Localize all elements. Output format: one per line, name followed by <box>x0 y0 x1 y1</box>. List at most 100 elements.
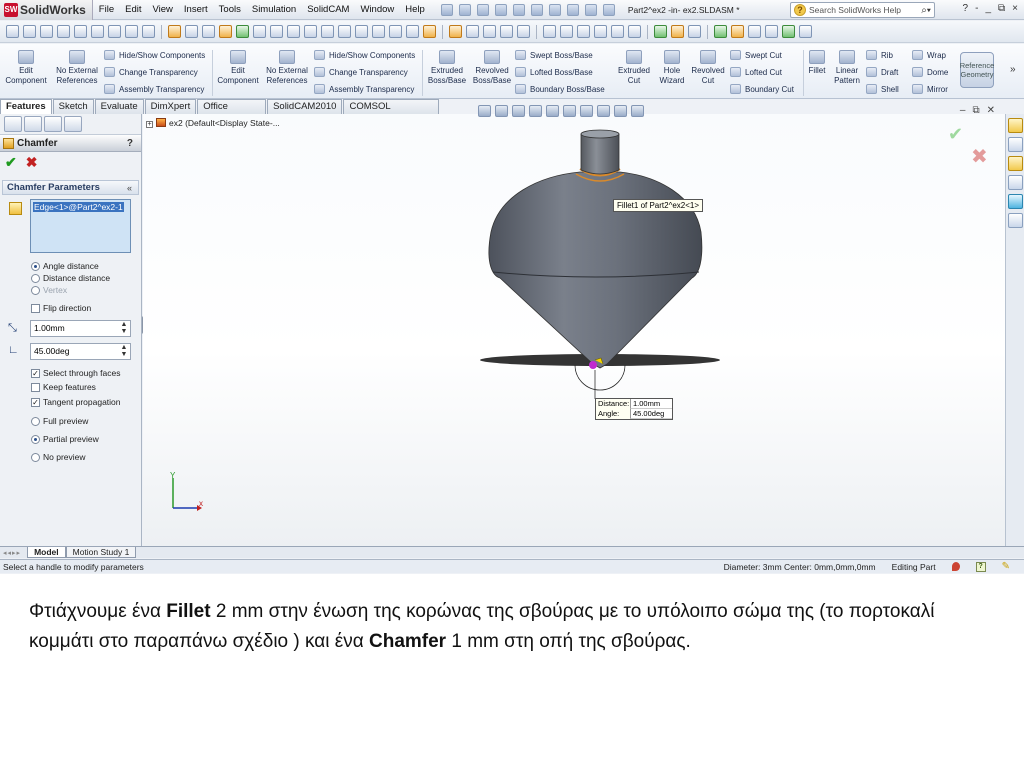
minimize-button[interactable]: _ <box>985 3 991 14</box>
tab-features[interactable]: Features <box>0 99 52 114</box>
angle-distance-radio[interactable]: Angle distance <box>31 261 99 271</box>
toolbar-icon[interactable] <box>577 25 590 38</box>
tab-evaluate[interactable]: Evaluate <box>94 99 144 114</box>
menu-file[interactable]: File <box>99 4 114 15</box>
spinner-arrows-icon[interactable]: ▲ ▼ <box>119 321 129 335</box>
tab-dimxpert[interactable]: DimXpert <box>144 99 197 114</box>
feature-manager-tab-icon[interactable] <box>4 116 22 132</box>
new-document-icon[interactable] <box>458 3 471 16</box>
menu-simulation[interactable]: Simulation <box>252 4 296 15</box>
toolbar-icon[interactable] <box>731 25 744 38</box>
swept-cut-button[interactable]: Swept Cut <box>730 50 782 60</box>
toolbar-icon[interactable] <box>654 25 667 38</box>
chamfer-highlight[interactable] <box>589 361 597 369</box>
shell-button[interactable]: Shell <box>866 84 899 94</box>
toolbar-icon[interactable] <box>219 25 232 38</box>
help-button[interactable]: ? <box>127 138 133 149</box>
extruded-cut-button[interactable]: Extruded Cut <box>614 50 654 85</box>
help-search-input[interactable]: ? Search SolidWorks Help ⌕▾ <box>790 2 935 18</box>
draft-button[interactable]: Draft <box>866 67 898 77</box>
toolbar-icon[interactable] <box>611 25 624 38</box>
no-preview-radio[interactable]: No preview <box>31 452 86 462</box>
more-commands-button[interactable]: » <box>1010 64 1016 75</box>
menu-help[interactable]: Help <box>405 4 425 15</box>
callout-distance-value[interactable]: 1.00mm <box>630 399 672 409</box>
callout-angle-value[interactable]: 45.00deg <box>630 409 672 419</box>
toolbar-icon[interactable] <box>74 25 87 38</box>
toolbar-icon[interactable] <box>125 25 138 38</box>
selected-edge-item[interactable]: Edge<1>@Part2^ex2-1 <box>33 202 124 212</box>
assembly-transparency-button[interactable]: Assembly Transparency <box>314 84 414 94</box>
toolbar-icon[interactable] <box>389 25 402 38</box>
toolbar-icon[interactable] <box>372 25 385 38</box>
hole-wizard-button[interactable]: Hole Wizard <box>656 50 688 85</box>
menu-solidcam[interactable]: SolidCAM <box>307 4 349 15</box>
toolbar-icon[interactable] <box>560 25 573 38</box>
app-logo[interactable]: SW SolidWorks <box>0 0 93 20</box>
toolbar-icon[interactable] <box>6 25 19 38</box>
toolbar-icon[interactable] <box>799 25 812 38</box>
restore-button[interactable]: ⧉ <box>998 3 1005 14</box>
toolbar-icon[interactable] <box>628 25 641 38</box>
toolbar-icon[interactable] <box>304 25 317 38</box>
tab-motion-study[interactable]: Motion Study 1 <box>65 547 137 558</box>
toolbar-icon[interactable] <box>253 25 266 38</box>
toolbar-icon[interactable] <box>466 25 479 38</box>
toolbar-icon[interactable] <box>270 25 283 38</box>
collapse-icon[interactable]: « <box>127 183 132 193</box>
ok-check-icon[interactable]: ✔ <box>5 154 17 171</box>
rebuild-icon[interactable] <box>584 3 597 16</box>
no-external-references-button[interactable]: No External References <box>264 50 310 85</box>
menu-window[interactable]: Window <box>360 4 394 15</box>
extruded-boss-button[interactable]: Extruded Boss/Base <box>425 50 469 85</box>
pin-icon[interactable] <box>440 3 453 16</box>
toolbar-icon[interactable] <box>108 25 121 38</box>
toolbar-icon[interactable] <box>517 25 530 38</box>
search-icon[interactable]: ⌕▾ <box>921 5 931 16</box>
sketch-pencil-icon[interactable]: ✎ <box>1002 561 1010 572</box>
select-icon[interactable] <box>530 3 543 16</box>
save-icon[interactable] <box>494 3 507 16</box>
linear-pattern-button[interactable]: Linear Pattern <box>830 50 864 85</box>
cancel-x-icon[interactable]: ✖ <box>26 154 38 171</box>
fillet-button[interactable]: Fillet <box>805 50 829 76</box>
toolbar-icon[interactable] <box>500 25 513 38</box>
menu-tools[interactable]: Tools <box>219 4 241 15</box>
toolbar-icon[interactable] <box>91 25 104 38</box>
pointer-icon[interactable] <box>566 3 579 16</box>
appearance-manager-tab-icon[interactable] <box>64 116 82 132</box>
menu-insert[interactable]: Insert <box>184 4 208 15</box>
flip-direction-checkbox[interactable]: Flip direction <box>31 303 91 313</box>
change-transparency-button[interactable]: Change Transparency <box>104 67 198 77</box>
select-through-faces-checkbox[interactable]: ✓ Select through faces <box>31 368 121 378</box>
reference-geometry-button[interactable]: Reference Geometry <box>960 52 994 88</box>
tab-sketch[interactable]: Sketch <box>52 99 94 114</box>
undo-icon[interactable] <box>548 3 561 16</box>
open-icon[interactable] <box>476 3 489 16</box>
options-icon[interactable] <box>602 3 615 16</box>
hide-show-components-button[interactable]: Hide/Show Components <box>314 50 415 60</box>
toolbar-icon[interactable] <box>185 25 198 38</box>
toolbar-icon[interactable] <box>57 25 70 38</box>
toolbar-icon[interactable] <box>23 25 36 38</box>
partial-preview-radio[interactable]: Partial preview <box>31 434 99 444</box>
toolbar-icon[interactable] <box>202 25 215 38</box>
chamfer-dimension-callout[interactable]: Distance: 1.00mm Angle: 45.00deg <box>595 398 673 420</box>
dome-button[interactable]: Dome <box>912 67 948 77</box>
edit-component-button[interactable]: Edit Component <box>216 50 260 85</box>
custom-properties-icon[interactable] <box>1008 213 1023 228</box>
menu-view[interactable]: View <box>152 4 172 15</box>
solidworks-resources-icon[interactable] <box>1008 118 1023 133</box>
help-dropdown-button[interactable]: - <box>975 3 978 14</box>
tab-scroll-arrows-icon[interactable]: ◂◂▸▸ <box>3 549 21 557</box>
toolbar-icon[interactable] <box>236 25 249 38</box>
boundary-boss-button[interactable]: Boundary Boss/Base <box>515 84 605 94</box>
no-external-references-button[interactable]: No External References <box>54 50 100 85</box>
revolved-cut-button[interactable]: Revolved Cut <box>690 50 726 85</box>
distance-distance-radio[interactable]: Distance distance <box>31 273 110 283</box>
toolbar-icon[interactable] <box>449 25 462 38</box>
tab-office-products[interactable]: Office Products <box>197 99 267 126</box>
toolbar-icon[interactable] <box>483 25 496 38</box>
toolbar-icon[interactable] <box>40 25 53 38</box>
toolbar-icon[interactable] <box>355 25 368 38</box>
